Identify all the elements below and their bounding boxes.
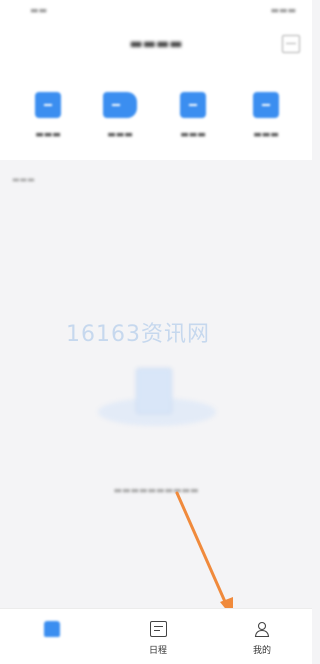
arrow-shaft — [175, 491, 228, 606]
tab-schedule[interactable]: 日程 — [128, 621, 188, 656]
calendar-icon — [149, 621, 167, 637]
home-icon — [44, 621, 60, 637]
tab-schedule-label: 日程 — [148, 646, 167, 656]
user-icon — [254, 621, 270, 638]
annotation-arrow — [175, 491, 233, 618]
tab-me-label: 我的 — [252, 646, 271, 656]
tab-bar: 日程 我的 — [0, 608, 312, 664]
tab-me[interactable]: 我的 — [232, 621, 292, 656]
tab-home[interactable] — [22, 621, 82, 643]
